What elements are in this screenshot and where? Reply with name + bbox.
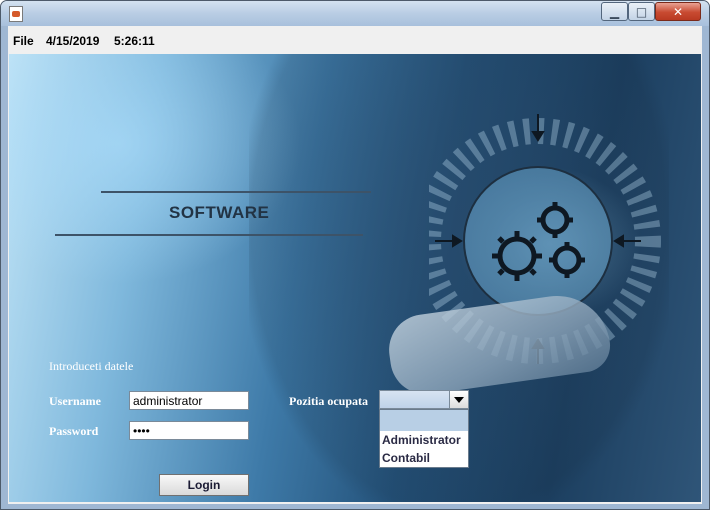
menu-file[interactable]: File (13, 34, 34, 48)
maximize-button[interactable]: □ (628, 2, 655, 21)
dropdown-empty-selected-item[interactable] (380, 410, 468, 431)
title-bar[interactable]: ▁ □ ✕ (1, 1, 709, 26)
dropdown-option-contabil[interactable]: Contabil (380, 449, 468, 467)
chevron-down-icon[interactable] (449, 391, 468, 408)
form-heading: Introduceti datele (49, 359, 134, 373)
dropdown-option-administrator[interactable]: Administrator (380, 431, 468, 449)
position-combobox[interactable] (379, 390, 469, 409)
password-label: Password (49, 424, 99, 438)
position-dropdown-list: Administrator Contabil (379, 409, 469, 468)
username-label: Username (49, 394, 101, 408)
username-input[interactable] (129, 391, 249, 410)
password-input[interactable] (129, 421, 249, 440)
position-label: Pozitia ocupata (289, 394, 368, 408)
application-window: ▁ □ ✕ File 4/15/2019 5:26:11 SOFTWARE In… (0, 0, 710, 510)
decorative-line (55, 234, 363, 236)
login-button[interactable]: Login (159, 474, 249, 496)
banner-title: SOFTWARE (169, 203, 270, 222)
login-panel: SOFTWARE Introduceti datele Username adm… (9, 54, 701, 502)
close-button[interactable]: ✕ (655, 2, 701, 21)
java-app-icon[interactable] (9, 6, 23, 22)
client-area: File 4/15/2019 5:26:11 SOFTWARE Introduc… (8, 26, 702, 504)
decorative-line (101, 191, 371, 193)
minimize-button[interactable]: ▁ (601, 2, 628, 21)
date-label: 4/15/2019 (46, 34, 100, 48)
time-label: 5:26:11 (114, 34, 155, 48)
menu-bar: File 4/15/2019 5:26:11 (8, 26, 702, 54)
